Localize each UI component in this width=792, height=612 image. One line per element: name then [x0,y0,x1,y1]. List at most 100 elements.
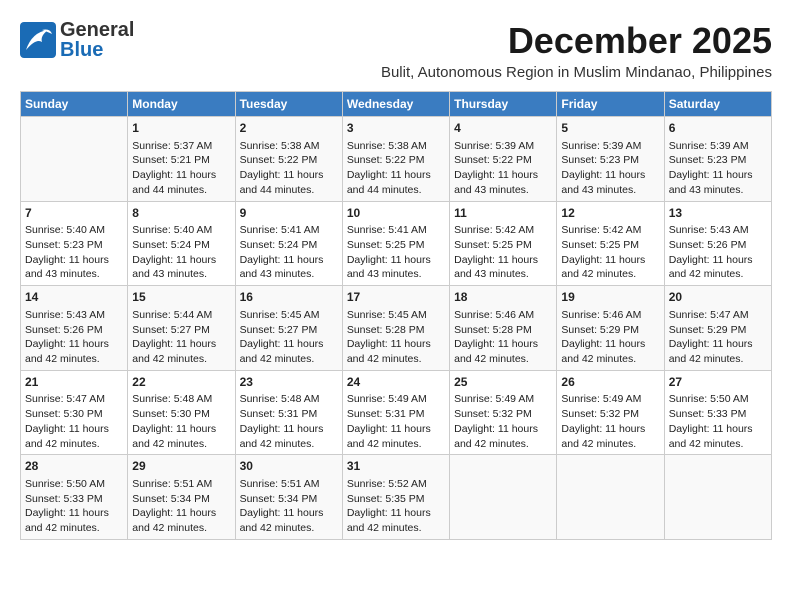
day-info: Sunrise: 5:45 AM Sunset: 5:28 PM Dayligh… [347,308,445,367]
day-number: 4 [454,120,552,137]
day-info: Sunrise: 5:46 AM Sunset: 5:29 PM Dayligh… [561,308,659,367]
day-number: 18 [454,289,552,306]
day-number: 19 [561,289,659,306]
day-number: 25 [454,374,552,391]
col-sunday: Sunday [21,92,128,117]
day-cell-2-4: 10Sunrise: 5:41 AM Sunset: 5:25 PM Dayli… [342,201,449,286]
day-cell-3-1: 14 Sunrise: 5:43 AM Sunset: 5:26 PM Dayli… [21,286,128,371]
col-wednesday: Wednesday [342,92,449,117]
col-tuesday: Tuesday [235,92,342,117]
page-header: General Blue December 2025 Bulit, Autono… [20,20,772,81]
day-cell-3-6: 19 Sunrise: 5:46 AM Sunset: 5:29 PM Dayli… [557,286,664,371]
day-number: 21 [25,374,123,391]
col-monday: Monday [128,92,235,117]
day-number: 11 [454,205,552,222]
header-row: Sunday Monday Tuesday Wednesday Thursday… [21,92,772,117]
day-cell-3-3: 16Sunrise: 5:45 AM Sunset: 5:27 PM Dayli… [235,286,342,371]
calendar-body: 1 Sunrise: 5:37 AM Sunset: 5:21 PM Daylig… [21,117,772,540]
day-info: Sunrise: 5:50 AM Sunset: 5:33 PM Dayligh… [669,392,767,451]
day-cell-4-3: 23Sunrise: 5:48 AM Sunset: 5:31 PM Dayli… [235,370,342,455]
day-number: 22 [132,374,230,391]
day-number: 14 [25,289,123,306]
day-cell-5-4: 31Sunrise: 5:52 AM Sunset: 5:35 PM Dayli… [342,455,449,540]
day-cell-3-2: 15 Sunrise: 5:44 AM Sunset: 5:27 PM Dayli… [128,286,235,371]
calendar-table: Sunday Monday Tuesday Wednesday Thursday… [20,91,772,540]
day-number: 28 [25,458,123,475]
calendar-header: Sunday Monday Tuesday Wednesday Thursday… [21,92,772,117]
day-number: 3 [347,120,445,137]
day-cell-1-3: 2 Sunrise: 5:38 AM Sunset: 5:22 PM Daylig… [235,117,342,202]
day-cell-5-6 [557,455,664,540]
day-info: Sunrise: 5:39 AM Sunset: 5:23 PM Dayligh… [669,139,767,198]
day-cell-1-4: 3 Sunrise: 5:38 AM Sunset: 5:22 PM Daylig… [342,117,449,202]
day-cell-2-6: 12Sunrise: 5:42 AM Sunset: 5:25 PM Dayli… [557,201,664,286]
day-cell-5-3: 30 Sunrise: 5:51 AM Sunset: 5:34 PM Dayli… [235,455,342,540]
day-info: Sunrise: 5:38 AM Sunset: 5:22 PM Dayligh… [240,139,338,198]
day-number: 23 [240,374,338,391]
day-info: Sunrise: 5:40 AM Sunset: 5:23 PM Dayligh… [25,223,123,282]
day-cell-1-5: 4 Sunrise: 5:39 AM Sunset: 5:22 PM Daylig… [450,117,557,202]
day-number: 10 [347,205,445,222]
day-number: 30 [240,458,338,475]
day-cell-5-5 [450,455,557,540]
day-cell-2-1: 7Sunrise: 5:40 AM Sunset: 5:23 PM Daylig… [21,201,128,286]
day-info: Sunrise: 5:43 AM Sunset: 5:26 PM Dayligh… [25,308,123,367]
day-number: 29 [132,458,230,475]
week-row-2: 7Sunrise: 5:40 AM Sunset: 5:23 PM Daylig… [21,201,772,286]
day-cell-2-5: 11Sunrise: 5:42 AM Sunset: 5:25 PM Dayli… [450,201,557,286]
day-cell-4-1: 21Sunrise: 5:47 AM Sunset: 5:30 PM Dayli… [21,370,128,455]
day-cell-3-7: 20Sunrise: 5:47 AM Sunset: 5:29 PM Dayli… [664,286,771,371]
logo-text: General Blue [60,20,134,60]
day-cell-4-2: 22Sunrise: 5:48 AM Sunset: 5:30 PM Dayli… [128,370,235,455]
day-info: Sunrise: 5:43 AM Sunset: 5:26 PM Dayligh… [669,223,767,282]
day-info: Sunrise: 5:46 AM Sunset: 5:28 PM Dayligh… [454,308,552,367]
day-cell-5-1: 28 Sunrise: 5:50 AM Sunset: 5:33 PM Dayli… [21,455,128,540]
day-info: Sunrise: 5:42 AM Sunset: 5:25 PM Dayligh… [454,223,552,282]
day-info: Sunrise: 5:39 AM Sunset: 5:22 PM Dayligh… [454,139,552,198]
day-info: Sunrise: 5:38 AM Sunset: 5:22 PM Dayligh… [347,139,445,198]
col-friday: Friday [557,92,664,117]
day-info: Sunrise: 5:44 AM Sunset: 5:27 PM Dayligh… [132,308,230,367]
day-number: 27 [669,374,767,391]
day-cell-4-4: 24Sunrise: 5:49 AM Sunset: 5:31 PM Dayli… [342,370,449,455]
day-info: Sunrise: 5:52 AM Sunset: 5:35 PM Dayligh… [347,477,445,536]
day-number: 15 [132,289,230,306]
day-number: 5 [561,120,659,137]
day-cell-2-3: 9Sunrise: 5:41 AM Sunset: 5:24 PM Daylig… [235,201,342,286]
logo-blue: Blue [60,40,134,60]
day-info: Sunrise: 5:37 AM Sunset: 5:21 PM Dayligh… [132,139,230,198]
day-number: 13 [669,205,767,222]
day-info: Sunrise: 5:39 AM Sunset: 5:23 PM Dayligh… [561,139,659,198]
day-cell-3-5: 18 Sunrise: 5:46 AM Sunset: 5:28 PM Dayli… [450,286,557,371]
day-info: Sunrise: 5:51 AM Sunset: 5:34 PM Dayligh… [240,477,338,536]
day-number: 1 [132,120,230,137]
day-info: Sunrise: 5:47 AM Sunset: 5:30 PM Dayligh… [25,392,123,451]
day-info: Sunrise: 5:42 AM Sunset: 5:25 PM Dayligh… [561,223,659,282]
day-number: 2 [240,120,338,137]
day-info: Sunrise: 5:49 AM Sunset: 5:31 PM Dayligh… [347,392,445,451]
week-row-4: 21Sunrise: 5:47 AM Sunset: 5:30 PM Dayli… [21,370,772,455]
col-thursday: Thursday [450,92,557,117]
day-cell-4-7: 27Sunrise: 5:50 AM Sunset: 5:33 PM Dayli… [664,370,771,455]
day-number: 17 [347,289,445,306]
day-info: Sunrise: 5:41 AM Sunset: 5:24 PM Dayligh… [240,223,338,282]
day-number: 6 [669,120,767,137]
day-info: Sunrise: 5:49 AM Sunset: 5:32 PM Dayligh… [561,392,659,451]
week-row-1: 1 Sunrise: 5:37 AM Sunset: 5:21 PM Daylig… [21,117,772,202]
day-info: Sunrise: 5:48 AM Sunset: 5:30 PM Dayligh… [132,392,230,451]
day-cell-3-4: 17 Sunrise: 5:45 AM Sunset: 5:28 PM Dayli… [342,286,449,371]
day-cell-1-2: 1 Sunrise: 5:37 AM Sunset: 5:21 PM Daylig… [128,117,235,202]
day-cell-2-2: 8Sunrise: 5:40 AM Sunset: 5:24 PM Daylig… [128,201,235,286]
day-cell-2-7: 13Sunrise: 5:43 AM Sunset: 5:26 PM Dayli… [664,201,771,286]
day-info: Sunrise: 5:41 AM Sunset: 5:25 PM Dayligh… [347,223,445,282]
day-info: Sunrise: 5:48 AM Sunset: 5:31 PM Dayligh… [240,392,338,451]
logo-icon [20,22,56,58]
day-info: Sunrise: 5:51 AM Sunset: 5:34 PM Dayligh… [132,477,230,536]
day-number: 20 [669,289,767,306]
day-cell-5-2: 29 Sunrise: 5:51 AM Sunset: 5:34 PM Dayli… [128,455,235,540]
logo: General Blue [20,20,134,60]
day-number: 12 [561,205,659,222]
day-info: Sunrise: 5:40 AM Sunset: 5:24 PM Dayligh… [132,223,230,282]
day-info: Sunrise: 5:50 AM Sunset: 5:33 PM Dayligh… [25,477,123,536]
day-cell-1-1 [21,117,128,202]
